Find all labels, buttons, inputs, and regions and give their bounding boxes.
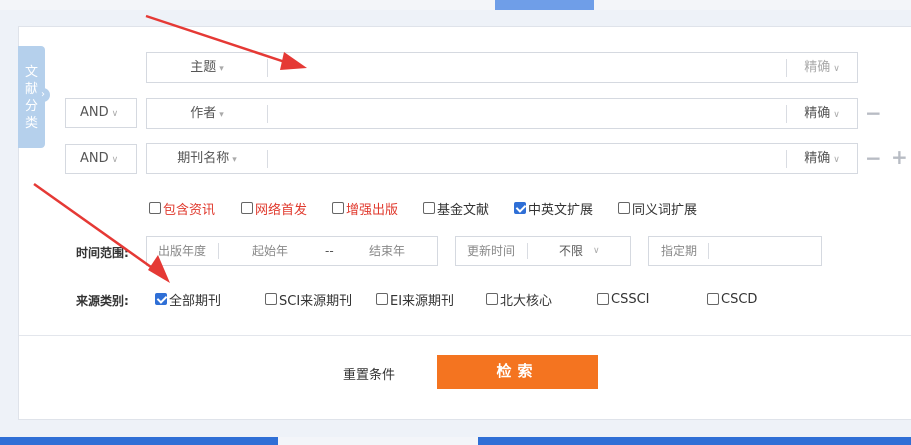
author-input[interactable]: [268, 99, 788, 128]
checkbox[interactable]: [597, 293, 609, 305]
active-tab-indicator: [495, 0, 594, 10]
subject-input[interactable]: [268, 53, 788, 82]
chevron-down-icon: ∨: [833, 110, 840, 120]
option-label: 包含资讯: [163, 202, 216, 218]
search-row-2: 作者 ▾ 精确 ∨: [146, 98, 858, 129]
reset-conditions-link[interactable]: 重置条件: [343, 364, 395, 383]
option-label: 网络首发: [255, 202, 308, 218]
start-year-input[interactable]: 起始年: [252, 237, 288, 265]
source-cssci[interactable]: CSSCI: [597, 290, 650, 308]
match-select[interactable]: 精确 ∨: [787, 144, 857, 173]
source-label: EI来源期刊: [390, 293, 455, 309]
match-select-label: 精确: [804, 60, 831, 75]
option-label: 基金文献: [437, 202, 490, 218]
source-label: SCI来源期刊: [279, 293, 353, 309]
checkbox-checked[interactable]: [514, 202, 526, 214]
option-synonym-expand[interactable]: 同义词扩展: [618, 199, 698, 218]
checkbox[interactable]: [423, 202, 435, 214]
checkbox[interactable]: [376, 293, 388, 305]
checkbox-checked[interactable]: [155, 293, 167, 305]
bottom-bar: [0, 437, 911, 445]
chevron-down-icon: ∨: [111, 109, 119, 119]
side-tab-char: 类: [24, 116, 38, 131]
source-category-label: 来源类别:: [76, 294, 129, 308]
range-dash: --: [325, 244, 334, 258]
search-row-3: 期刊名称 ▾ 精确 ∨: [146, 143, 858, 174]
option-cn-en-expand[interactable]: 中英文扩展: [514, 199, 594, 218]
time-range-label: 时间范围:: [76, 246, 129, 260]
chevron-right-icon[interactable]: ›: [36, 88, 50, 102]
match-select-label: 精确: [804, 106, 831, 121]
update-time-value: 不限: [559, 244, 584, 258]
option-label: 同义词扩展: [632, 202, 698, 218]
field-select-label: 作者: [190, 106, 217, 121]
search-row-1: 主题 ▾ 精确 ∨: [146, 52, 858, 83]
literature-category-tab[interactable]: 文 献 分 类 ›: [18, 46, 50, 148]
add-row-button[interactable]: +: [891, 147, 908, 167]
option-enhanced-publishing[interactable]: 增强出版: [332, 199, 399, 218]
logic-select-label: AND: [80, 105, 109, 120]
chevron-down-icon: ∨: [111, 155, 119, 165]
checkbox[interactable]: [618, 202, 630, 214]
update-time-select[interactable]: 更新时间 不限 ∨: [455, 236, 631, 266]
checkbox[interactable]: [332, 202, 344, 214]
update-time-label: 更新时间: [467, 244, 516, 258]
match-select[interactable]: 精确 ∨: [787, 53, 857, 82]
checkbox[interactable]: [486, 293, 498, 305]
checkbox[interactable]: [265, 293, 277, 305]
option-include-news[interactable]: 包含资讯: [149, 199, 216, 218]
option-label: 中英文扩展: [528, 202, 594, 218]
checkbox[interactable]: [241, 202, 253, 214]
caret-down-icon: ▾: [219, 110, 224, 120]
search-button[interactable]: 检索: [437, 355, 598, 389]
logic-select-row-2[interactable]: AND ∨: [65, 98, 137, 128]
logic-select-label: AND: [80, 151, 109, 166]
checkbox[interactable]: [707, 293, 719, 305]
field-select-label: 主题: [190, 60, 217, 75]
side-tab-char: 文: [24, 65, 38, 80]
source-label: 北大核心: [500, 293, 553, 309]
specified-period-label: 指定期: [661, 244, 698, 258]
chevron-down-icon: ∨: [593, 246, 600, 256]
source-all-journals[interactable]: 全部期刊: [155, 290, 222, 309]
caret-down-icon: ▾: [219, 64, 224, 74]
panel-divider: [19, 335, 911, 336]
divider: [527, 243, 528, 259]
chevron-down-icon: ∨: [833, 155, 840, 165]
divider: [708, 243, 709, 259]
match-select-label: 精确: [804, 151, 831, 166]
source-label: 全部期刊: [169, 293, 222, 309]
checkbox[interactable]: [149, 202, 161, 214]
remove-row-button[interactable]: −: [865, 103, 882, 123]
publish-year-range: 出版年度 起始年 -- 结束年: [146, 236, 438, 266]
logic-select-row-3[interactable]: AND ∨: [65, 144, 137, 174]
chevron-down-icon: ∨: [833, 64, 840, 74]
top-bar: [0, 0, 911, 10]
source-label: CSSCI: [611, 291, 650, 307]
bottom-bar-segment: [278, 437, 478, 445]
option-label: 增强出版: [346, 202, 399, 218]
divider: [218, 243, 219, 259]
option-online-first[interactable]: 网络首发: [241, 199, 308, 218]
source-pku-core[interactable]: 北大核心: [486, 290, 553, 309]
specified-period[interactable]: 指定期: [648, 236, 822, 266]
source-ei[interactable]: EI来源期刊: [376, 290, 455, 309]
source-cscd[interactable]: CSCD: [707, 290, 757, 308]
option-fund-literature[interactable]: 基金文献: [423, 199, 490, 218]
remove-row-button[interactable]: −: [865, 148, 882, 168]
field-select-journal[interactable]: 期刊名称 ▾: [147, 144, 267, 173]
match-select[interactable]: 精确 ∨: [787, 99, 857, 128]
journal-name-input[interactable]: [268, 144, 788, 173]
source-sci[interactable]: SCI来源期刊: [265, 290, 353, 309]
caret-down-icon: ▾: [232, 155, 237, 165]
source-label: CSCD: [721, 291, 758, 307]
publish-year-label: 出版年度: [158, 244, 207, 258]
field-select-subject[interactable]: 主题 ▾: [147, 53, 267, 82]
field-select-label: 期刊名称: [177, 151, 230, 166]
end-year-input[interactable]: 结束年: [369, 237, 405, 265]
field-select-author[interactable]: 作者 ▾: [147, 99, 267, 128]
